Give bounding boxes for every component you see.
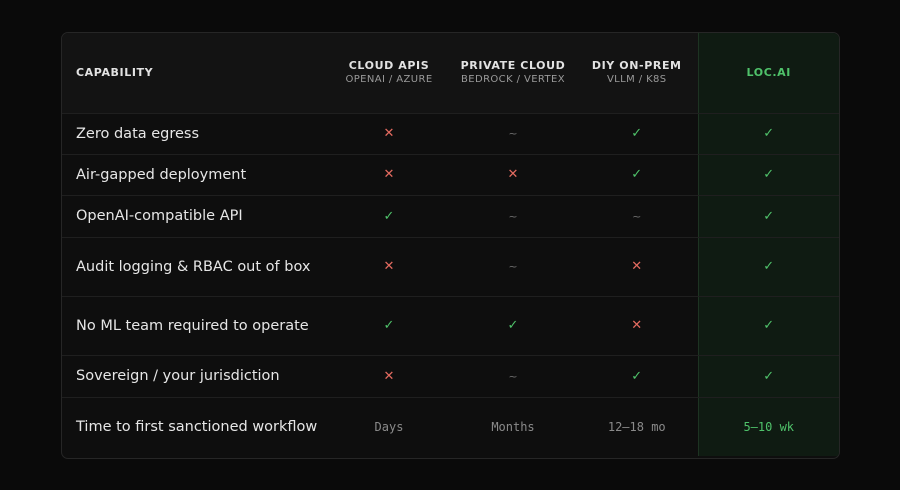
check-icon: ✓ [383, 318, 395, 333]
table-row: Sovereign / your jurisdiction ✕ ~ ✓ ✓ [62, 355, 839, 398]
cell-loc-ai: ✓ [697, 154, 839, 196]
row-label: Air-gapped deployment [62, 154, 328, 196]
cell-private-cloud: ✓ [450, 296, 576, 356]
time-value-private-cloud: Months [491, 419, 535, 434]
header-cloud-apis: CLOUD APIS OPENAI / AZURE [328, 33, 450, 114]
header-capability: CAPABILITY [62, 33, 328, 114]
comparison-table-card: CAPABILITY CLOUD APIS OPENAI / AZURE PRI… [61, 32, 840, 459]
cell-loc-ai: ✓ [697, 237, 839, 297]
header-subtitle: OPENAI / AZURE [345, 74, 433, 86]
cell-diy-on-prem: ✕ [576, 296, 698, 356]
header-loc-ai: LOC.AI [697, 33, 839, 114]
cell-diy-on-prem: ✓ [576, 113, 698, 155]
check-icon: ✓ [763, 318, 775, 333]
cell-loc-ai: ✓ [697, 355, 839, 398]
cell-cloud-apis: ✕ [328, 237, 450, 297]
table-row-time: Time to first sanctioned workflow Days Mon… [62, 397, 839, 456]
table-header-row: CAPABILITY CLOUD APIS OPENAI / AZURE PRI… [62, 33, 839, 114]
cell-private-cloud: ~ [450, 113, 576, 155]
cell-cloud-apis: ✕ [328, 113, 450, 155]
tilde-icon: ~ [508, 260, 518, 273]
table-body: Zero data egress ✕ ~ ✓ ✓ Air-gapped deploymen… [62, 113, 839, 456]
cell-private-cloud: ✕ [450, 154, 576, 196]
cell-cloud-apis: ✕ [328, 355, 450, 398]
table-row: Zero data egress ✕ ~ ✓ ✓ [62, 113, 839, 155]
time-value-loc-ai: 5–10 wk [697, 397, 839, 456]
header-title: LOC.AI [746, 65, 791, 79]
header-private-cloud: PRIVATE CLOUD BEDROCK / VERTEX [450, 33, 576, 114]
table-row: Audit logging & RBAC out of box ✕ ~ ✕ ✓ [62, 237, 839, 297]
cross-icon: ✕ [631, 318, 643, 333]
row-label: Sovereign / your jurisdiction [62, 355, 328, 398]
cell-private-cloud: ~ [450, 237, 576, 297]
cell-loc-ai: ✓ [697, 296, 839, 356]
header-title: CLOUD APIS [348, 59, 430, 73]
cell-cloud-apis: ✕ [328, 154, 450, 196]
cell-diy-on-prem: ✕ [576, 237, 698, 297]
cross-icon: ✕ [383, 368, 395, 384]
cross-icon: ✕ [383, 126, 395, 141]
check-icon: ✓ [763, 208, 775, 224]
check-icon: ✓ [763, 368, 775, 384]
cell-diy-on-prem: ✓ [576, 154, 698, 196]
time-value-diy-on-prem: 12–18 mo [607, 419, 666, 434]
tilde-icon: ~ [508, 127, 518, 140]
row-label: OpenAI-compatible API [62, 195, 328, 238]
row-label: No ML team required to operate [62, 296, 328, 356]
cross-icon: ✕ [383, 167, 395, 182]
row-label: Zero data egress [62, 113, 328, 155]
cell-diy-on-prem: ~ [576, 195, 698, 238]
check-icon: ✓ [763, 126, 775, 141]
cell-loc-ai: ✓ [697, 195, 839, 238]
time-value-cloud-apis: Days [374, 419, 404, 434]
table-row: Air-gapped deployment ✕ ✕ ✓ ✓ [62, 154, 839, 196]
cell-loc-ai: ✓ [697, 113, 839, 155]
cell-diy-on-prem: ✓ [576, 355, 698, 398]
tilde-icon: ~ [632, 209, 642, 223]
tilde-icon: ~ [508, 369, 518, 383]
tilde-icon: ~ [508, 209, 518, 223]
check-icon: ✓ [763, 167, 775, 182]
header-title: PRIVATE CLOUD [460, 59, 566, 73]
row-label: Time to first sanctioned workflow [76, 418, 318, 435]
header-title: DIY ON-PREM [591, 59, 682, 73]
cell-private-cloud: ~ [450, 195, 576, 238]
check-icon: ✓ [763, 259, 775, 274]
cell-cloud-apis: ✓ [328, 195, 450, 238]
header-subtitle: BEDROCK / VERTEX [460, 74, 566, 86]
check-icon: ✓ [631, 126, 643, 141]
cross-icon: ✕ [507, 167, 519, 182]
table-row: No ML team required to operate ✓ ✓ ✕ ✓ [62, 296, 839, 356]
cross-icon: ✕ [631, 259, 643, 274]
table-row: OpenAI-compatible API ✓ ~ ~ ✓ [62, 195, 839, 238]
cell-cloud-apis: ✓ [328, 296, 450, 356]
check-icon: ✓ [507, 318, 519, 333]
cell-private-cloud: ~ [450, 355, 576, 398]
check-icon: ✓ [631, 167, 643, 182]
comparison-table: CAPABILITY CLOUD APIS OPENAI / AZURE PRI… [62, 33, 839, 456]
check-icon: ✓ [631, 368, 643, 384]
row-label: Audit logging & RBAC out of box [62, 237, 328, 297]
check-icon: ✓ [383, 208, 395, 224]
cross-icon: ✕ [383, 259, 395, 274]
header-diy-on-prem: DIY ON-PREM VLLM / K8S [576, 33, 698, 114]
header-subtitle: VLLM / K8S [606, 74, 667, 86]
